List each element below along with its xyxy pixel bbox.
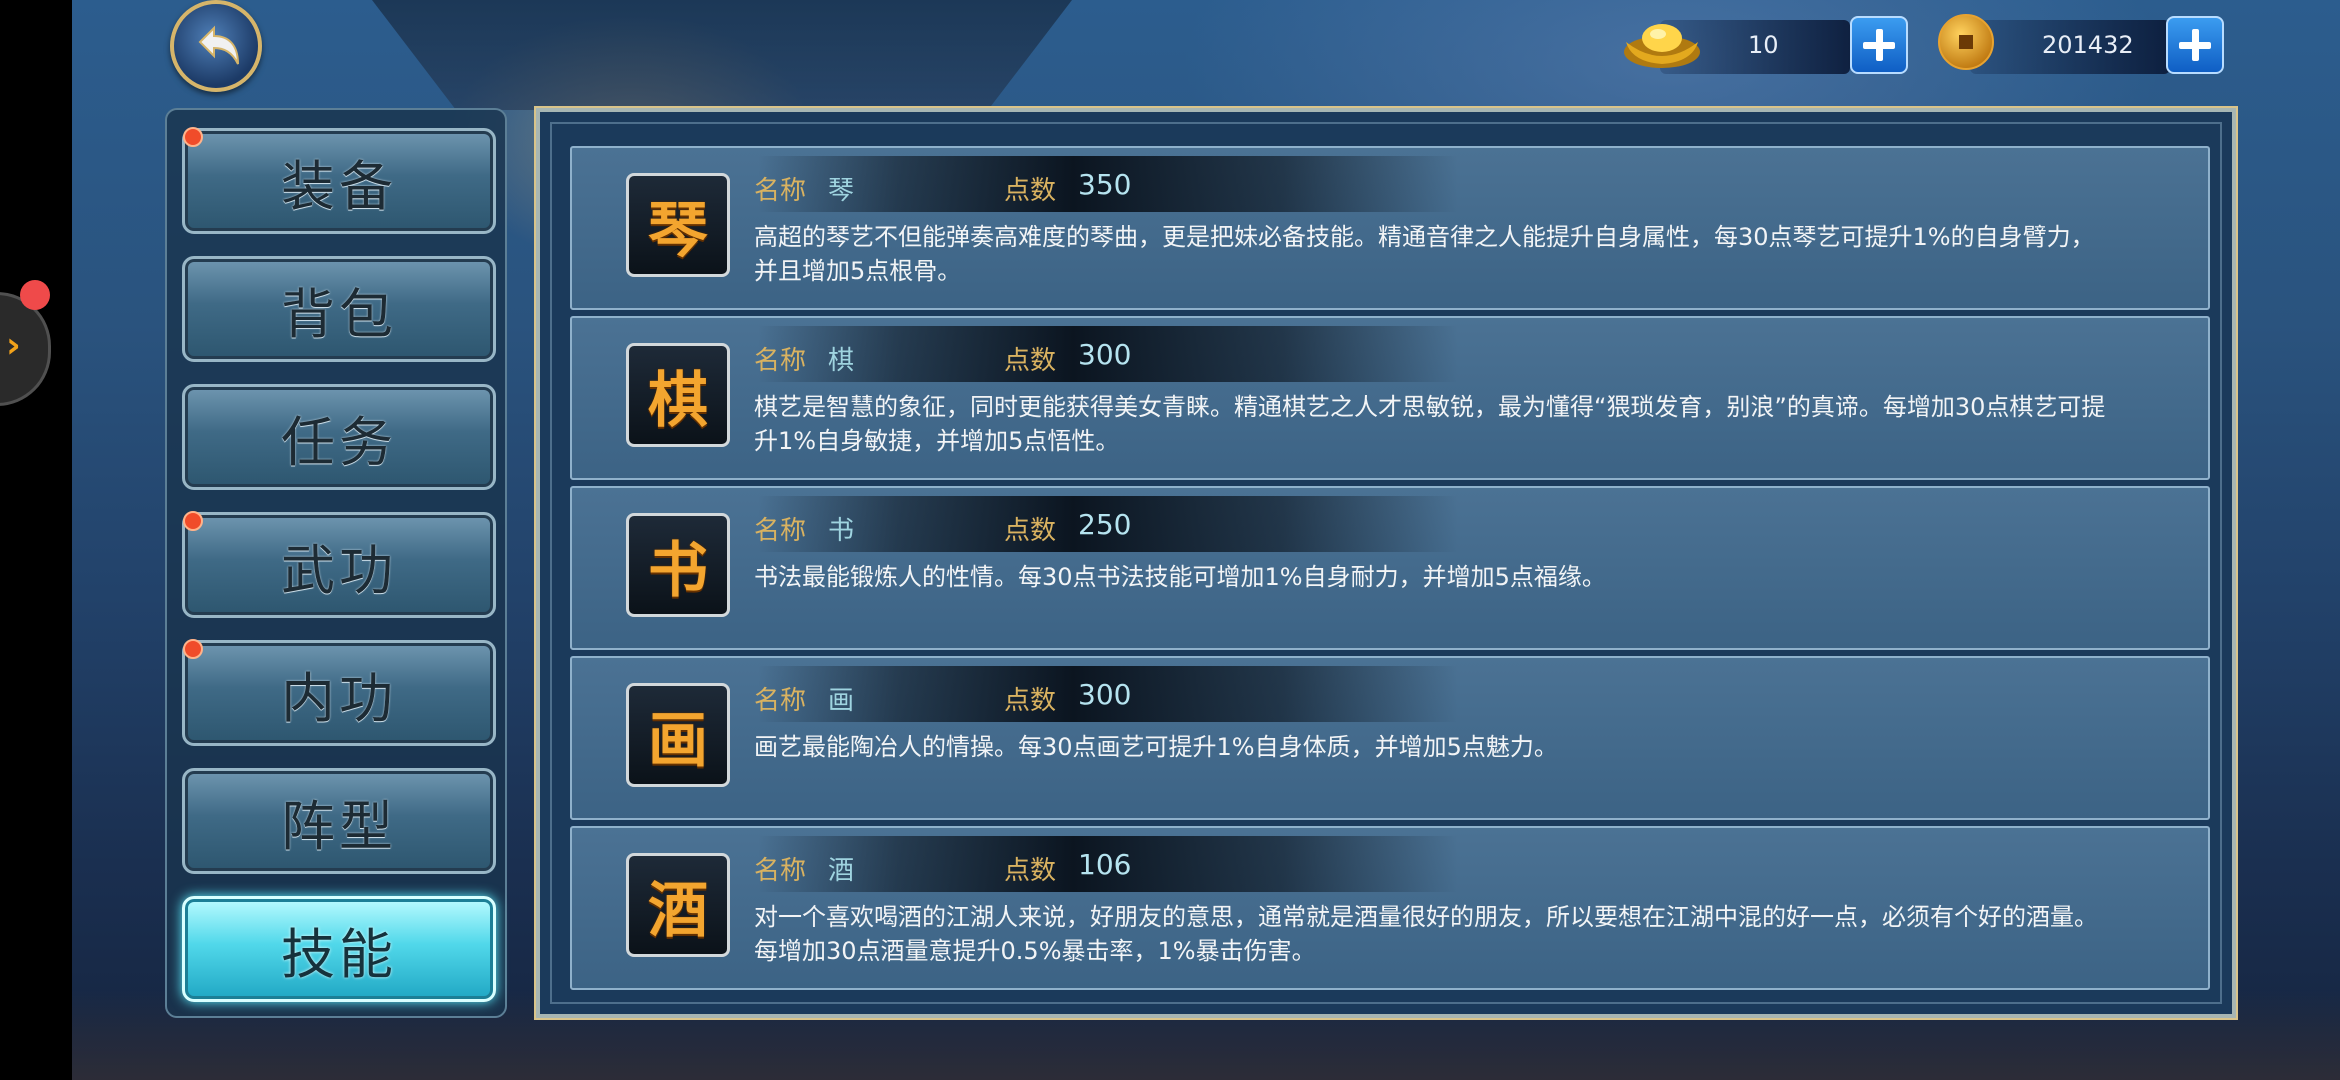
skill-name: 书 bbox=[828, 516, 855, 546]
notification-dot bbox=[183, 127, 203, 147]
skill-points: 250 bbox=[1078, 508, 1132, 541]
shu-skill-icon: 书 bbox=[626, 513, 730, 617]
skill-name: 画 bbox=[828, 686, 855, 716]
menu-item-label: 武功 bbox=[281, 538, 397, 602]
skill-icon-glyph: 酒 bbox=[648, 875, 708, 946]
menu-item-martial-arts[interactable]: 武功 bbox=[182, 511, 496, 618]
menu-item-skills[interactable]: 技能 bbox=[182, 896, 496, 1002]
skill-icon-glyph: 画 bbox=[648, 705, 708, 776]
qi-skill-icon: 棋 bbox=[626, 343, 730, 447]
skill-points-label: 点数 bbox=[1004, 856, 1057, 886]
skill-icon-glyph: 书 bbox=[648, 535, 708, 606]
qin-skill-icon: 琴 bbox=[626, 173, 730, 277]
add-ingot-button[interactable] bbox=[1850, 16, 1908, 74]
jiu-skill-icon: 酒 bbox=[626, 853, 730, 957]
skill-row-jiu[interactable]: 酒 名称 酒 点数 106 对一个喜欢喝酒的江湖人来说，好朋友的意思，通常就是酒… bbox=[570, 826, 2210, 990]
skill-description: 画艺最能陶冶人的情操。每30点画艺可提升1%自身体质，并增加5点魅力。 bbox=[754, 733, 1558, 761]
skill-icon-glyph: 棋 bbox=[648, 365, 708, 436]
skill-points-label: 点数 bbox=[1004, 346, 1057, 376]
add-coin-button[interactable] bbox=[2166, 16, 2224, 74]
notification-dot bbox=[183, 639, 203, 659]
notification-dot bbox=[183, 511, 203, 531]
skill-icon-glyph: 琴 bbox=[648, 195, 708, 266]
skill-points: 300 bbox=[1078, 678, 1132, 711]
skill-points: 350 bbox=[1078, 168, 1132, 201]
skill-description: 书法最能锻炼人的性情。每30点书法技能可增加1%自身耐力，并增加5点福缘。 bbox=[754, 563, 1606, 591]
skill-name-label: 名称 bbox=[754, 856, 807, 886]
menu-item-inner-power[interactable]: 内功 bbox=[182, 639, 496, 746]
skill-list-panel: 琴 名称 琴 点数 350 高超的琴艺不但能弹奏高难度的琴曲，更是把妹必备技能。… bbox=[534, 106, 2238, 1020]
ingot-balance: 10 bbox=[1748, 31, 1779, 59]
skill-description: 高超的琴艺不但能弹奏高难度的琴曲，更是把妹必备技能。精通音律之人能提升自身属性，… bbox=[754, 223, 2095, 285]
skill-name: 棋 bbox=[828, 346, 855, 376]
back-button[interactable] bbox=[170, 0, 262, 92]
copper-coin-icon bbox=[1938, 14, 1994, 70]
menu-item-label: 内功 bbox=[281, 666, 397, 730]
menu-item-formation[interactable]: 阵型 bbox=[182, 768, 496, 874]
menu-item-label: 装备 bbox=[281, 154, 397, 218]
coin-balance-box: 201432 bbox=[1970, 20, 2170, 74]
chevron-right-icon: › bbox=[6, 325, 21, 366]
menu-item-equipment[interactable]: 装备 bbox=[182, 127, 496, 234]
skill-row-qin[interactable]: 琴 名称 琴 点数 350 高超的琴艺不但能弹奏高难度的琴曲，更是把妹必备技能。… bbox=[570, 146, 2210, 310]
skill-name: 酒 bbox=[828, 856, 855, 886]
skill-description: 棋艺是智慧的象征，同时更能获得美女青睐。精通棋艺之人才思敏锐，最为懂得“猥琐发育… bbox=[754, 393, 2106, 455]
gold-ingot-icon bbox=[1624, 24, 1700, 68]
hua-skill-icon: 画 bbox=[626, 683, 730, 787]
menu-item-bag[interactable]: 背包 bbox=[182, 256, 496, 362]
menu-item-label: 背包 bbox=[281, 282, 397, 346]
skill-name: 琴 bbox=[828, 176, 855, 206]
skill-name-label: 名称 bbox=[754, 176, 807, 206]
coin-balance: 201432 bbox=[2042, 31, 2134, 59]
skill-name-label: 名称 bbox=[754, 686, 807, 716]
skill-name-label: 名称 bbox=[754, 346, 807, 376]
skill-description: 对一个喜欢喝酒的江湖人来说，好朋友的意思，通常就是酒量很好的朋友，所以要想在江湖… bbox=[754, 903, 2098, 965]
skill-points: 300 bbox=[1078, 338, 1132, 371]
menu-item-label: 任务 bbox=[281, 410, 397, 474]
skill-name-label: 名称 bbox=[754, 516, 807, 546]
skill-points-label: 点数 bbox=[1004, 686, 1057, 716]
skill-points-label: 点数 bbox=[1004, 516, 1057, 546]
menu-item-label: 技能 bbox=[281, 922, 397, 986]
menu-item-label: 阵型 bbox=[281, 794, 397, 858]
skill-points-label: 点数 bbox=[1004, 176, 1057, 206]
side-menu: 装备 背包 任务 武功 内功 阵型 技能 bbox=[165, 108, 507, 1018]
back-arrow-icon bbox=[198, 25, 239, 65]
menu-item-quest[interactable]: 任务 bbox=[182, 384, 496, 490]
skill-row-qi[interactable]: 棋 名称 棋 点数 300 棋艺是智慧的象征，同时更能获得美女青睐。精通棋艺之人… bbox=[570, 316, 2210, 480]
floating-side-tab[interactable]: › bbox=[0, 292, 51, 406]
background-roof bbox=[372, 0, 1072, 110]
skill-points: 106 bbox=[1078, 848, 1132, 881]
floating-notification-dot bbox=[20, 280, 50, 310]
skill-row-shu[interactable]: 书 名称 书 点数 250 书法最能锻炼人的性情。每30点书法技能可增加1%自身… bbox=[570, 486, 2210, 650]
skill-row-hua[interactable]: 画 名称 画 点数 300 画艺最能陶冶人的情操。每30点画艺可提升1%自身体质… bbox=[570, 656, 2210, 820]
